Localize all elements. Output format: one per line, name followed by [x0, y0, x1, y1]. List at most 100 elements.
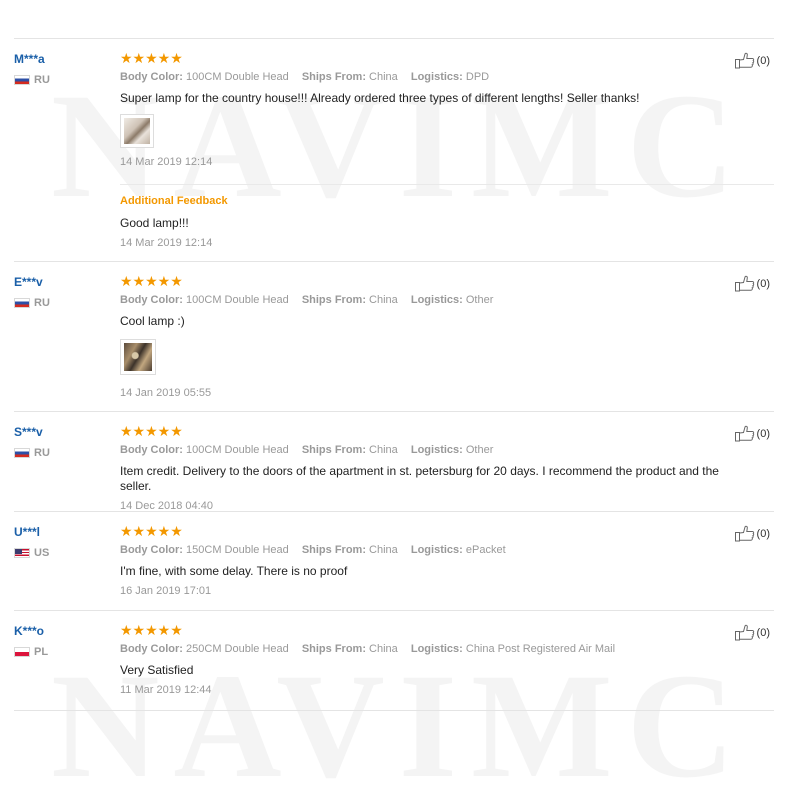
review-date: 14 Dec 2018 04:40	[120, 500, 213, 512]
thumbs-up-icon	[734, 275, 754, 292]
review-date: 14 Mar 2019 12:14	[120, 156, 213, 168]
ships-from-label: Ships From:	[301, 544, 366, 556]
star-rating: ★★★★★	[120, 423, 183, 439]
like-button[interactable]: (0)	[734, 275, 770, 292]
review-item: M***a RU ★★★★★ Body Color: 100CM Double …	[14, 39, 774, 262]
review-photo	[124, 343, 152, 371]
ships-from-value: China	[369, 294, 398, 306]
flag-ru-icon	[14, 75, 30, 85]
body-color-value: 250CM Double Head	[186, 643, 289, 655]
flag-ru-icon	[14, 298, 30, 308]
like-count: (0)	[756, 427, 770, 440]
reviewer-country: RU	[14, 447, 109, 459]
logistics-label: Logistics:	[410, 544, 463, 556]
review-text: Cool lamp :)	[120, 314, 185, 328]
review-text: Item credit. Delivery to the doors of th…	[120, 464, 719, 493]
star-rating: ★★★★★	[120, 273, 183, 289]
body-color-label: Body Color:	[120, 544, 183, 556]
review-text: I'm fine, with some delay. There is no p…	[120, 564, 348, 578]
thumbs-up-icon	[734, 624, 754, 641]
like-button[interactable]: (0)	[734, 52, 770, 69]
additional-feedback-text: Good lamp!!!	[120, 216, 189, 230]
reviewer-country: RU	[14, 297, 109, 309]
like-button[interactable]: (0)	[734, 525, 770, 542]
review-content: ★★★★★ Body Color: 250CM Double Head Ship…	[120, 622, 740, 696]
reviewer-info: E***v RU	[14, 275, 109, 309]
additional-feedback-date: 14 Mar 2019 12:14	[120, 237, 213, 249]
review-item: S***v RU ★★★★★ Body Color: 100CM Double …	[14, 412, 774, 512]
ships-from-label: Ships From:	[301, 294, 366, 306]
logistics-value: ePacket	[465, 544, 506, 556]
reviewer-country: US	[14, 547, 109, 559]
ships-from-label: Ships From:	[301, 444, 366, 456]
reviewer-name[interactable]: M***a	[14, 52, 109, 66]
country-code: RU	[34, 74, 50, 86]
body-color-value: 150CM Double Head	[186, 544, 289, 556]
review-date: 14 Jan 2019 05:55	[120, 387, 212, 399]
logistics-label: Logistics:	[410, 71, 463, 83]
logistics-label: Logistics:	[410, 643, 463, 655]
body-color-value: 100CM Double Head	[186, 444, 289, 456]
body-color-label: Body Color:	[120, 643, 183, 655]
body-color-value: 100CM Double Head	[186, 71, 289, 83]
logistics-value: Other	[465, 294, 494, 306]
thumbs-up-icon	[734, 425, 754, 442]
flag-us-icon	[14, 548, 30, 558]
review-text: Super lamp for the country house!!! Alre…	[120, 91, 640, 105]
country-code: PL	[34, 646, 49, 658]
ships-from-value: China	[369, 544, 398, 556]
review-item: K***o PL ★★★★★ Body Color: 250CM Double …	[14, 611, 774, 711]
like-button[interactable]: (0)	[734, 425, 770, 442]
review-attributes: Body Color: 150CM Double Head Ships From…	[120, 543, 740, 557]
additional-feedback-title: Additional Feedback	[120, 195, 228, 207]
reviewer-name[interactable]: U***l	[14, 525, 109, 539]
flag-ru-icon	[14, 448, 30, 458]
logistics-value: China Post Registered Air Mail	[465, 643, 616, 655]
country-code: RU	[34, 447, 50, 459]
ships-from-value: China	[369, 71, 398, 83]
ships-from-label: Ships From:	[301, 71, 366, 83]
review-content: ★★★★★ Body Color: 150CM Double Head Ship…	[120, 523, 740, 597]
reviewer-country: PL	[14, 646, 109, 658]
body-color-label: Body Color:	[120, 294, 183, 306]
review-attributes: Body Color: 100CM Double Head Ships From…	[120, 443, 740, 457]
body-color-label: Body Color:	[120, 444, 183, 456]
logistics-value: DPD	[465, 71, 490, 83]
reviewer-name[interactable]: S***v	[14, 425, 109, 439]
thumbs-up-icon	[734, 52, 754, 69]
review-photo-thumbnail[interactable]	[120, 114, 154, 148]
star-rating: ★★★★★	[120, 622, 183, 638]
review-attributes: Body Color: 100CM Double Head Ships From…	[120, 70, 740, 84]
ships-from-label: Ships From:	[301, 643, 366, 655]
review-item: U***l US ★★★★★ Body Color: 150CM Double …	[14, 512, 774, 611]
additional-feedback: Additional Feedback Good lamp!!! 14 Mar …	[120, 184, 774, 249]
logistics-value: Other	[465, 444, 494, 456]
review-attributes: Body Color: 250CM Double Head Ships From…	[120, 642, 740, 656]
like-count: (0)	[756, 527, 770, 540]
reviewer-name[interactable]: K***o	[14, 624, 109, 638]
like-count: (0)	[756, 277, 770, 290]
review-date: 11 Mar 2019 12:44	[120, 684, 212, 696]
review-date: 16 Jan 2019 17:01	[120, 585, 212, 597]
logistics-label: Logistics:	[410, 444, 463, 456]
ships-from-value: China	[369, 643, 398, 655]
review-attributes: Body Color: 100CM Double Head Ships From…	[120, 293, 740, 307]
like-count: (0)	[756, 54, 770, 67]
reviewer-info: M***a RU	[14, 52, 109, 86]
thumbs-up-icon	[734, 525, 754, 542]
body-color-value: 100CM Double Head	[186, 294, 289, 306]
body-color-label: Body Color:	[120, 71, 183, 83]
review-item: E***v RU ★★★★★ Body Color: 100CM Double …	[14, 262, 774, 412]
review-content: ★★★★★ Body Color: 100CM Double Head Ship…	[120, 423, 740, 512]
like-button[interactable]: (0)	[734, 624, 770, 641]
reviewer-info: U***l US	[14, 525, 109, 559]
review-content: ★★★★★ Body Color: 100CM Double Head Ship…	[120, 273, 740, 399]
reviewer-name[interactable]: E***v	[14, 275, 109, 289]
like-count: (0)	[756, 626, 770, 639]
country-code: US	[34, 547, 50, 559]
review-photo-thumbnail[interactable]	[120, 339, 156, 375]
review-content: ★★★★★ Body Color: 100CM Double Head Ship…	[120, 50, 740, 168]
reviewer-country: RU	[14, 74, 109, 86]
reviewer-info: S***v RU	[14, 425, 109, 459]
country-code: RU	[34, 297, 50, 309]
